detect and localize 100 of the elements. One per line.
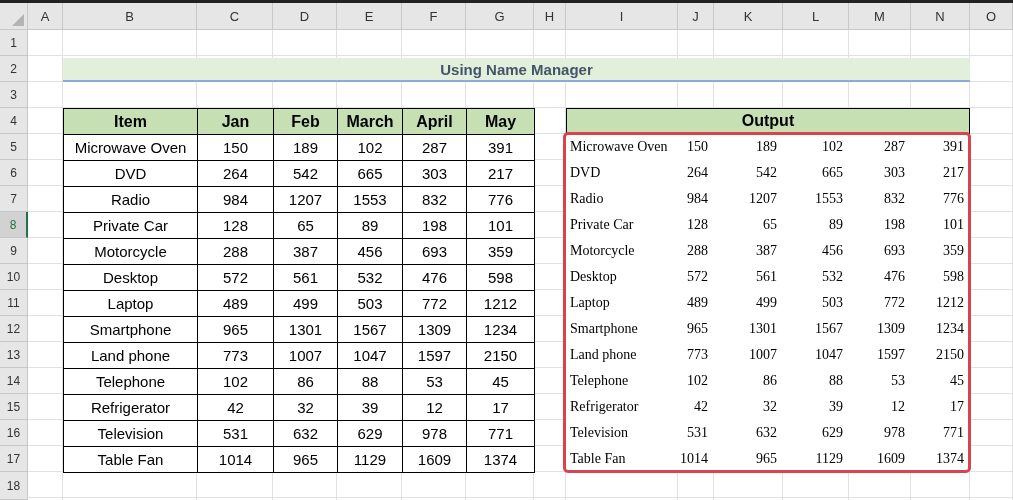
table-cell: 984 [197, 186, 274, 213]
row-header[interactable]: 12 [0, 316, 28, 342]
row-header[interactable]: 1 [0, 30, 28, 56]
row-header[interactable]: 13 [0, 342, 28, 368]
output-cell: 456 [783, 238, 849, 264]
table-cell: 101 [466, 212, 535, 239]
table-cell: 288 [197, 238, 274, 265]
row-header[interactable]: 10 [0, 264, 28, 290]
output-cell: 1014 [678, 446, 714, 472]
output-cell: 102 [678, 368, 714, 394]
table-cell: 102 [337, 134, 403, 161]
output-cell: Refrigerator [566, 394, 678, 420]
table-cell: 1007 [273, 342, 338, 369]
output-cell: DVD [566, 160, 678, 186]
table-cell: 32 [273, 394, 338, 421]
row-header[interactable]: 4 [0, 108, 28, 134]
row-header[interactable]: 16 [0, 420, 28, 446]
column-header[interactable]: N [911, 3, 970, 30]
output-cell: 978 [849, 420, 911, 446]
row-header[interactable]: 15 [0, 394, 28, 420]
row-header[interactable]: 2 [0, 56, 28, 82]
row-header[interactable]: 6 [0, 160, 28, 186]
row-header[interactable]: 11 [0, 290, 28, 316]
output-cell: Land phone [566, 342, 678, 368]
column-header[interactable]: G [466, 3, 534, 30]
output-cell: 1047 [783, 342, 849, 368]
table-cell: 42 [197, 394, 274, 421]
row-header[interactable]: 7 [0, 186, 28, 212]
output-cell: 39 [783, 394, 849, 420]
table-cell: Smartphone [63, 316, 198, 343]
column-header[interactable]: A [28, 3, 63, 30]
output-cell: 287 [849, 134, 911, 160]
output-cell: 1309 [849, 316, 911, 342]
output-cell: 150 [678, 134, 714, 160]
output-cell: Laptop [566, 290, 678, 316]
table-header-cell: Jan [197, 108, 274, 135]
table-cell: 198 [402, 212, 467, 239]
output-cell: Television [566, 420, 678, 446]
column-header[interactable]: C [197, 3, 273, 30]
column-header[interactable]: H [534, 3, 566, 30]
table-cell: 1309 [402, 316, 467, 343]
output-cell: 32 [714, 394, 783, 420]
table-cell: 189 [273, 134, 338, 161]
output-cell: 965 [678, 316, 714, 342]
column-header[interactable]: E [337, 3, 402, 30]
output-cell: 531 [678, 420, 714, 446]
column-header[interactable]: J [678, 3, 714, 30]
table-cell: 1129 [337, 446, 403, 473]
table-cell: 1597 [402, 342, 467, 369]
row-header[interactable]: 5 [0, 134, 28, 160]
column-header[interactable]: M [849, 3, 911, 30]
column-header[interactable]: B [63, 3, 197, 30]
row-header[interactable]: 8 [0, 212, 28, 238]
output-cell: 629 [783, 420, 849, 446]
table-cell: 1234 [466, 316, 535, 343]
output-cell: 572 [678, 264, 714, 290]
select-all-corner[interactable] [0, 3, 28, 30]
table-cell: Radio [63, 186, 198, 213]
output-cell: Telephone [566, 368, 678, 394]
column-header[interactable]: F [402, 3, 466, 30]
table-cell: 772 [402, 290, 467, 317]
table-cell: 359 [466, 238, 535, 265]
table-cell: 773 [197, 342, 274, 369]
output-cell: 693 [849, 238, 911, 264]
table-cell: 128 [197, 212, 274, 239]
table-cell: Laptop [63, 290, 198, 317]
row-header[interactable]: 17 [0, 446, 28, 472]
table-cell: 391 [466, 134, 535, 161]
table-cell: Refrigerator [63, 394, 198, 421]
output-cell: 476 [849, 264, 911, 290]
row-header[interactable]: 18 [0, 472, 28, 500]
output-cell: 189 [714, 134, 783, 160]
table-cell: 1014 [197, 446, 274, 473]
table-cell: 771 [466, 420, 535, 447]
table-cell: Telephone [63, 368, 198, 395]
table-cell: 489 [197, 290, 274, 317]
table-cell: 287 [402, 134, 467, 161]
column-header[interactable]: I [566, 3, 678, 30]
output-cell: 198 [849, 212, 911, 238]
table-cell: 965 [273, 446, 338, 473]
table-cell: 2150 [466, 342, 535, 369]
table-header-cell: March [337, 108, 403, 135]
table-cell: 776 [466, 186, 535, 213]
column-header[interactable]: L [783, 3, 849, 30]
row-header[interactable]: 14 [0, 368, 28, 394]
output-cell: 1007 [714, 342, 783, 368]
table-cell: Land phone [63, 342, 198, 369]
table-cell: 12 [402, 394, 467, 421]
column-header[interactable]: O [970, 3, 1013, 30]
table-header-cell: Item [63, 108, 198, 135]
table-cell: 542 [273, 160, 338, 187]
row-header[interactable]: 3 [0, 82, 28, 108]
output-cell: 303 [849, 160, 911, 186]
column-header[interactable]: K [714, 3, 783, 30]
table-cell: Table Fan [63, 446, 198, 473]
table-cell: Television [63, 420, 198, 447]
table-cell: Private Car [63, 212, 198, 239]
row-header[interactable]: 9 [0, 238, 28, 264]
table-header-cell: April [402, 108, 467, 135]
column-header[interactable]: D [273, 3, 337, 30]
